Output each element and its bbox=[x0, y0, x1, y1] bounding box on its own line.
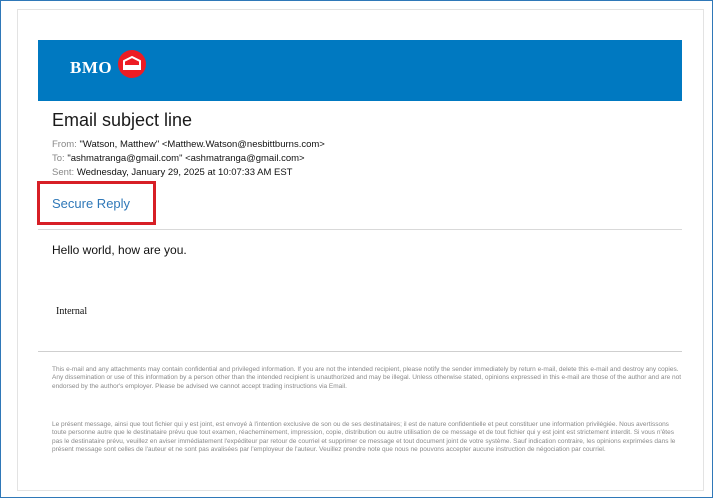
to-label: To: bbox=[52, 153, 65, 164]
classification-label: Internal bbox=[56, 306, 88, 317]
disclaimer-english: This e-mail and any attachments may cont… bbox=[52, 366, 682, 390]
header-divider bbox=[38, 229, 682, 230]
footer-divider bbox=[38, 351, 682, 352]
sent-value: Wednesday, January 29, 2025 at 10:07:33 … bbox=[76, 167, 293, 178]
email-subject: Email subject line bbox=[52, 110, 193, 130]
secure-reply-link[interactable]: Secure Reply bbox=[52, 196, 130, 211]
bmo-banner: BMO bbox=[38, 40, 682, 101]
sent-line: Sent: Wednesday, January 29, 2025 at 10:… bbox=[52, 167, 292, 178]
disclaimer-french: Le présent message, ainsi que tout fichi… bbox=[52, 421, 676, 453]
from-value: "Watson, Matthew" <Matthew.Watson@nesbit… bbox=[79, 139, 325, 150]
sent-label: Sent: bbox=[52, 167, 75, 178]
from-line: From: "Watson, Matthew" <Matthew.Watson@… bbox=[52, 139, 325, 150]
bmo-roundel-icon bbox=[118, 50, 146, 78]
email-body-text: Hello world, how are you. bbox=[52, 243, 187, 257]
bmo-logo-text: BMO bbox=[70, 58, 113, 77]
to-value: "ashmatranga@gmail.com" <ashmatranga@gma… bbox=[67, 153, 305, 164]
to-line: To: "ashmatranga@gmail.com" <ashmatranga… bbox=[52, 153, 305, 164]
from-label: From: bbox=[52, 139, 77, 150]
